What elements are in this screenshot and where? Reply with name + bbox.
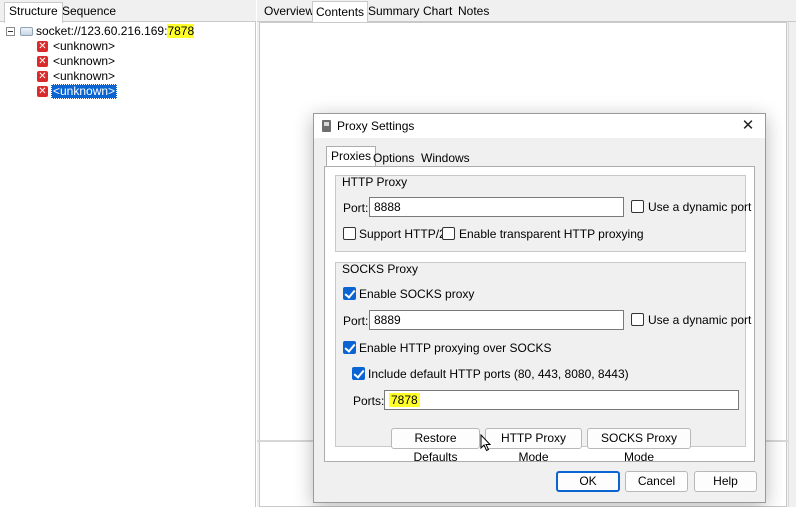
http-proxy-title: HTTP Proxy: [342, 175, 408, 189]
http2-label[interactable]: Support HTTP/2: [359, 227, 446, 241]
tab-overview[interactable]: Overview: [261, 3, 317, 22]
http-over-socks-checkbox[interactable]: [343, 341, 356, 354]
http2-checkbox[interactable]: [343, 227, 356, 240]
app-icon: [322, 120, 331, 132]
vertical-scrollbar[interactable]: [788, 22, 796, 507]
proxy-settings-dialog: Proxy Settings ✕ Proxies Options Windows…: [313, 113, 766, 503]
tree-item-label: <unknown>: [53, 39, 116, 53]
tab-chart[interactable]: Chart: [420, 3, 455, 22]
socks-proxy-group: SOCKS Proxy Enable SOCKS proxy Port: 888…: [335, 262, 751, 447]
close-icon[interactable]: ✕: [737, 116, 759, 136]
tab-notes[interactable]: Notes: [455, 3, 492, 22]
socket-icon: [20, 27, 33, 36]
ok-button[interactable]: OK: [556, 471, 620, 492]
ports-input[interactable]: 7878: [384, 390, 739, 410]
socks-port-input[interactable]: 8889: [369, 310, 624, 330]
http-proxy-group: HTTP Proxy Port: 8888 Use a dynamic port…: [335, 175, 751, 252]
dialog-title: Proxy Settings: [337, 119, 415, 133]
ports-label: Ports:: [353, 394, 385, 408]
include-default-ports-checkbox[interactable]: [352, 367, 365, 380]
error-icon: ✕: [37, 41, 48, 52]
http-port-label: Port:: [343, 201, 369, 215]
structure-pane: Structure Sequence socket://123.60.216.1…: [0, 0, 256, 507]
root-host-text: socket://123.60.216.169:: [36, 24, 168, 38]
socks-dynamic-port-label[interactable]: Use a dynamic port: [648, 313, 751, 327]
http-dynamic-port-label[interactable]: Use a dynamic port: [648, 200, 751, 214]
transparent-proxy-checkbox[interactable]: [442, 227, 455, 240]
tree-root-label[interactable]: socket://123.60.216.169:7878: [36, 24, 195, 39]
cancel-button[interactable]: Cancel: [625, 471, 688, 492]
mouse-cursor-icon: [480, 434, 492, 452]
tree-item-label: <unknown>: [53, 69, 116, 83]
error-icon: ✕: [37, 71, 48, 82]
tab-structure[interactable]: Structure: [4, 2, 63, 23]
error-icon: ✕: [37, 86, 48, 97]
tree-item-label: <unknown>: [51, 84, 118, 99]
http-proxy-mode-button[interactable]: HTTP Proxy Mode: [485, 428, 582, 464]
socks-dynamic-port-checkbox[interactable]: [631, 313, 644, 326]
enable-socks-label[interactable]: Enable SOCKS proxy: [359, 287, 474, 301]
collapse-icon[interactable]: [6, 27, 15, 36]
http-dynamic-port-checkbox[interactable]: [631, 200, 644, 213]
left-tab-strip: Structure Sequence: [0, 0, 256, 23]
http-port-input[interactable]: 8888: [369, 197, 624, 217]
socks-proxy-title: SOCKS Proxy: [342, 262, 419, 276]
tab-sequence[interactable]: Sequence: [58, 3, 120, 22]
include-default-ports-label[interactable]: Include default HTTP ports (80, 443, 808…: [368, 367, 629, 381]
ports-value-highlight: 7878: [389, 393, 420, 407]
tab-contents[interactable]: Contents: [312, 1, 369, 23]
socks-port-label: Port:: [343, 314, 369, 328]
transparent-proxy-label[interactable]: Enable transparent HTTP proxying: [459, 227, 644, 241]
tree-item-label: <unknown>: [53, 54, 116, 68]
restore-defaults-button[interactable]: Restore Defaults: [391, 428, 480, 464]
right-tab-strip: Overview Contents Summary Chart Notes: [257, 0, 796, 23]
error-icon: ✕: [37, 56, 48, 67]
enable-socks-checkbox[interactable]: [343, 287, 356, 300]
root-port-highlight: 7878: [167, 24, 195, 38]
proxies-panel: HTTP Proxy Port: 8888 Use a dynamic port…: [324, 166, 755, 462]
dialog-titlebar[interactable]: Proxy Settings ✕: [314, 114, 765, 138]
socks-proxy-mode-button[interactable]: SOCKS Proxy Mode: [587, 428, 691, 464]
help-button[interactable]: Help: [694, 471, 757, 492]
http-over-socks-label[interactable]: Enable HTTP proxying over SOCKS: [359, 341, 552, 355]
tab-summary[interactable]: Summary: [365, 3, 422, 22]
